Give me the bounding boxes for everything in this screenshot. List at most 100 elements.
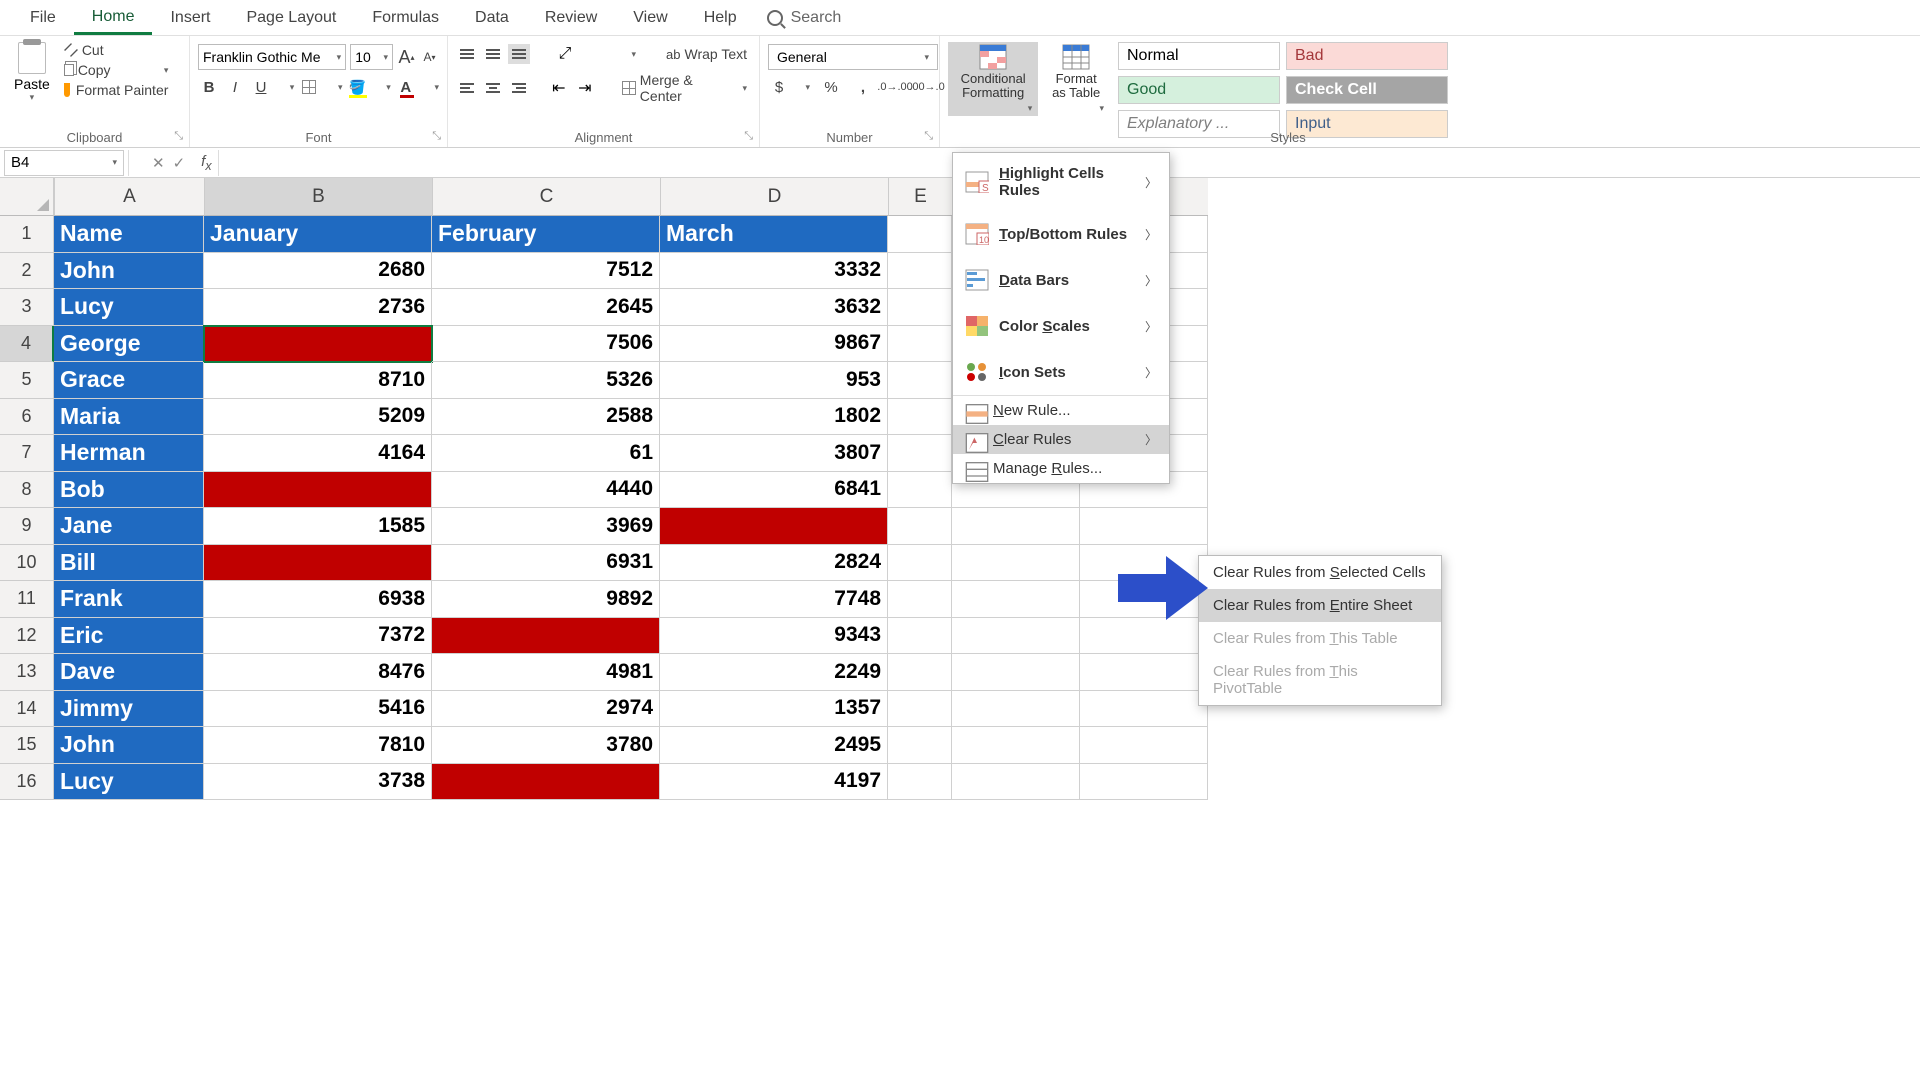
row-header[interactable]: 1 [0,216,54,253]
merge-center-button[interactable]: Merge & Center▾ [618,70,751,106]
borders-button[interactable] [298,76,320,98]
cell[interactable]: George [54,326,204,363]
col-header-a[interactable]: A [54,178,204,216]
cell[interactable] [888,508,952,545]
cell[interactable]: 6938 [204,581,432,618]
cell[interactable]: Maria [54,399,204,436]
cell[interactable]: 953 [660,362,888,399]
font-size-select[interactable]: 10▾ [350,44,393,70]
row-header[interactable]: 5 [0,362,54,399]
cell[interactable] [952,764,1080,801]
cell[interactable] [1080,764,1208,801]
cell[interactable] [204,472,432,509]
cell[interactable]: 7372 [204,618,432,655]
row-header[interactable]: 7 [0,435,54,472]
wrap-text-button[interactable]: abWrap Text [662,44,751,64]
align-right-button[interactable] [508,78,530,98]
name-box[interactable]: B4▾ [4,150,124,176]
cell[interactable]: February [432,216,660,253]
cell[interactable]: 7506 [432,326,660,363]
cell[interactable] [952,508,1080,545]
cell[interactable]: Jimmy [54,691,204,728]
cell[interactable] [952,727,1080,764]
cell[interactable]: 3332 [660,253,888,290]
paste-button[interactable]: Paste ▾ [8,40,56,103]
tab-formulas[interactable]: Formulas [354,3,457,33]
cell[interactable]: 4197 [660,764,888,801]
currency-button[interactable]: $ [768,76,790,98]
italic-button[interactable]: I [224,76,246,98]
cell[interactable]: January [204,216,432,253]
cell[interactable] [888,289,952,326]
dialog-launcher-icon[interactable]: ⤡ [432,130,441,143]
cell[interactable]: 3969 [432,508,660,545]
cell[interactable]: 1585 [204,508,432,545]
cell[interactable] [660,508,888,545]
align-left-button[interactable] [456,78,478,98]
cell[interactable]: 5416 [204,691,432,728]
style-good[interactable]: Good [1118,76,1280,104]
row-header[interactable]: 4 [0,326,54,363]
underline-button[interactable]: U [250,76,272,98]
cf-menu-item[interactable]: 10Top/Bottom Rules〉 [953,211,1169,257]
cell[interactable]: John [54,253,204,290]
cf-menu-item[interactable]: Color Scales〉 [953,303,1169,349]
increase-decimal-button[interactable]: .0→.00 [884,76,906,98]
decrease-indent-button[interactable]: ⇤ [548,78,570,98]
orientation-button[interactable]: ⤢ [554,44,576,64]
cell[interactable]: 1357 [660,691,888,728]
chevron-down-icon[interactable]: ▾ [805,82,810,93]
cell[interactable] [204,545,432,582]
tab-review[interactable]: Review [527,3,615,33]
cell[interactable]: Lucy [54,764,204,801]
cell[interactable]: March [660,216,888,253]
cell[interactable]: Jane [54,508,204,545]
align-bottom-button[interactable] [508,44,530,64]
cell[interactable] [1080,654,1208,691]
cell[interactable] [888,654,952,691]
fx-icon[interactable]: fx [195,153,217,173]
cell[interactable]: 4164 [204,435,432,472]
cell[interactable]: 3738 [204,764,432,801]
cell[interactable]: Dave [54,654,204,691]
cell[interactable] [888,362,952,399]
style-check-cell[interactable]: Check Cell [1286,76,1448,104]
cell[interactable]: 2736 [204,289,432,326]
select-all-corner[interactable] [0,178,54,216]
cell[interactable] [888,435,952,472]
style-bad[interactable]: Bad [1286,42,1448,70]
cell[interactable] [952,618,1080,655]
col-header-b[interactable]: B [204,178,432,216]
cell[interactable]: 2824 [660,545,888,582]
cell[interactable] [888,618,952,655]
row-header[interactable]: 8 [0,472,54,509]
col-header-e[interactable]: E [888,178,952,216]
bold-button[interactable]: B [198,76,220,98]
font-name-select[interactable]: Franklin Gothic Me▾ [198,44,346,70]
cf-menu-item[interactable]: Icon Sets〉 [953,349,1169,395]
cell[interactable] [888,399,952,436]
cell[interactable]: 2495 [660,727,888,764]
align-center-button[interactable] [482,78,504,98]
cell[interactable] [204,326,432,363]
cell[interactable]: Herman [54,435,204,472]
conditional-formatting-button[interactable]: Conditional Formatting▾ [948,42,1038,116]
tab-help[interactable]: Help [686,3,755,33]
cell[interactable]: 9343 [660,618,888,655]
cell[interactable]: 3807 [660,435,888,472]
decrease-decimal-button[interactable]: .00→.0 [916,76,938,98]
row-header[interactable]: 13 [0,654,54,691]
cancel-formula-icon[interactable]: ✕ [152,154,165,172]
cell[interactable]: 4981 [432,654,660,691]
chevron-down-icon[interactable]: ▾ [386,82,391,93]
cell[interactable]: 8710 [204,362,432,399]
shrink-font-button[interactable]: A▾ [420,46,439,68]
dialog-launcher-icon[interactable]: ⤡ [174,130,183,143]
cell[interactable]: 4440 [432,472,660,509]
chevron-down-icon[interactable]: ▾ [338,82,343,93]
cell[interactable]: 2680 [204,253,432,290]
cell[interactable] [952,545,1080,582]
cell[interactable]: 9867 [660,326,888,363]
tab-data[interactable]: Data [457,3,527,33]
cf-menu-item[interactable]: SHighlight Cells Rules〉 [953,153,1169,211]
